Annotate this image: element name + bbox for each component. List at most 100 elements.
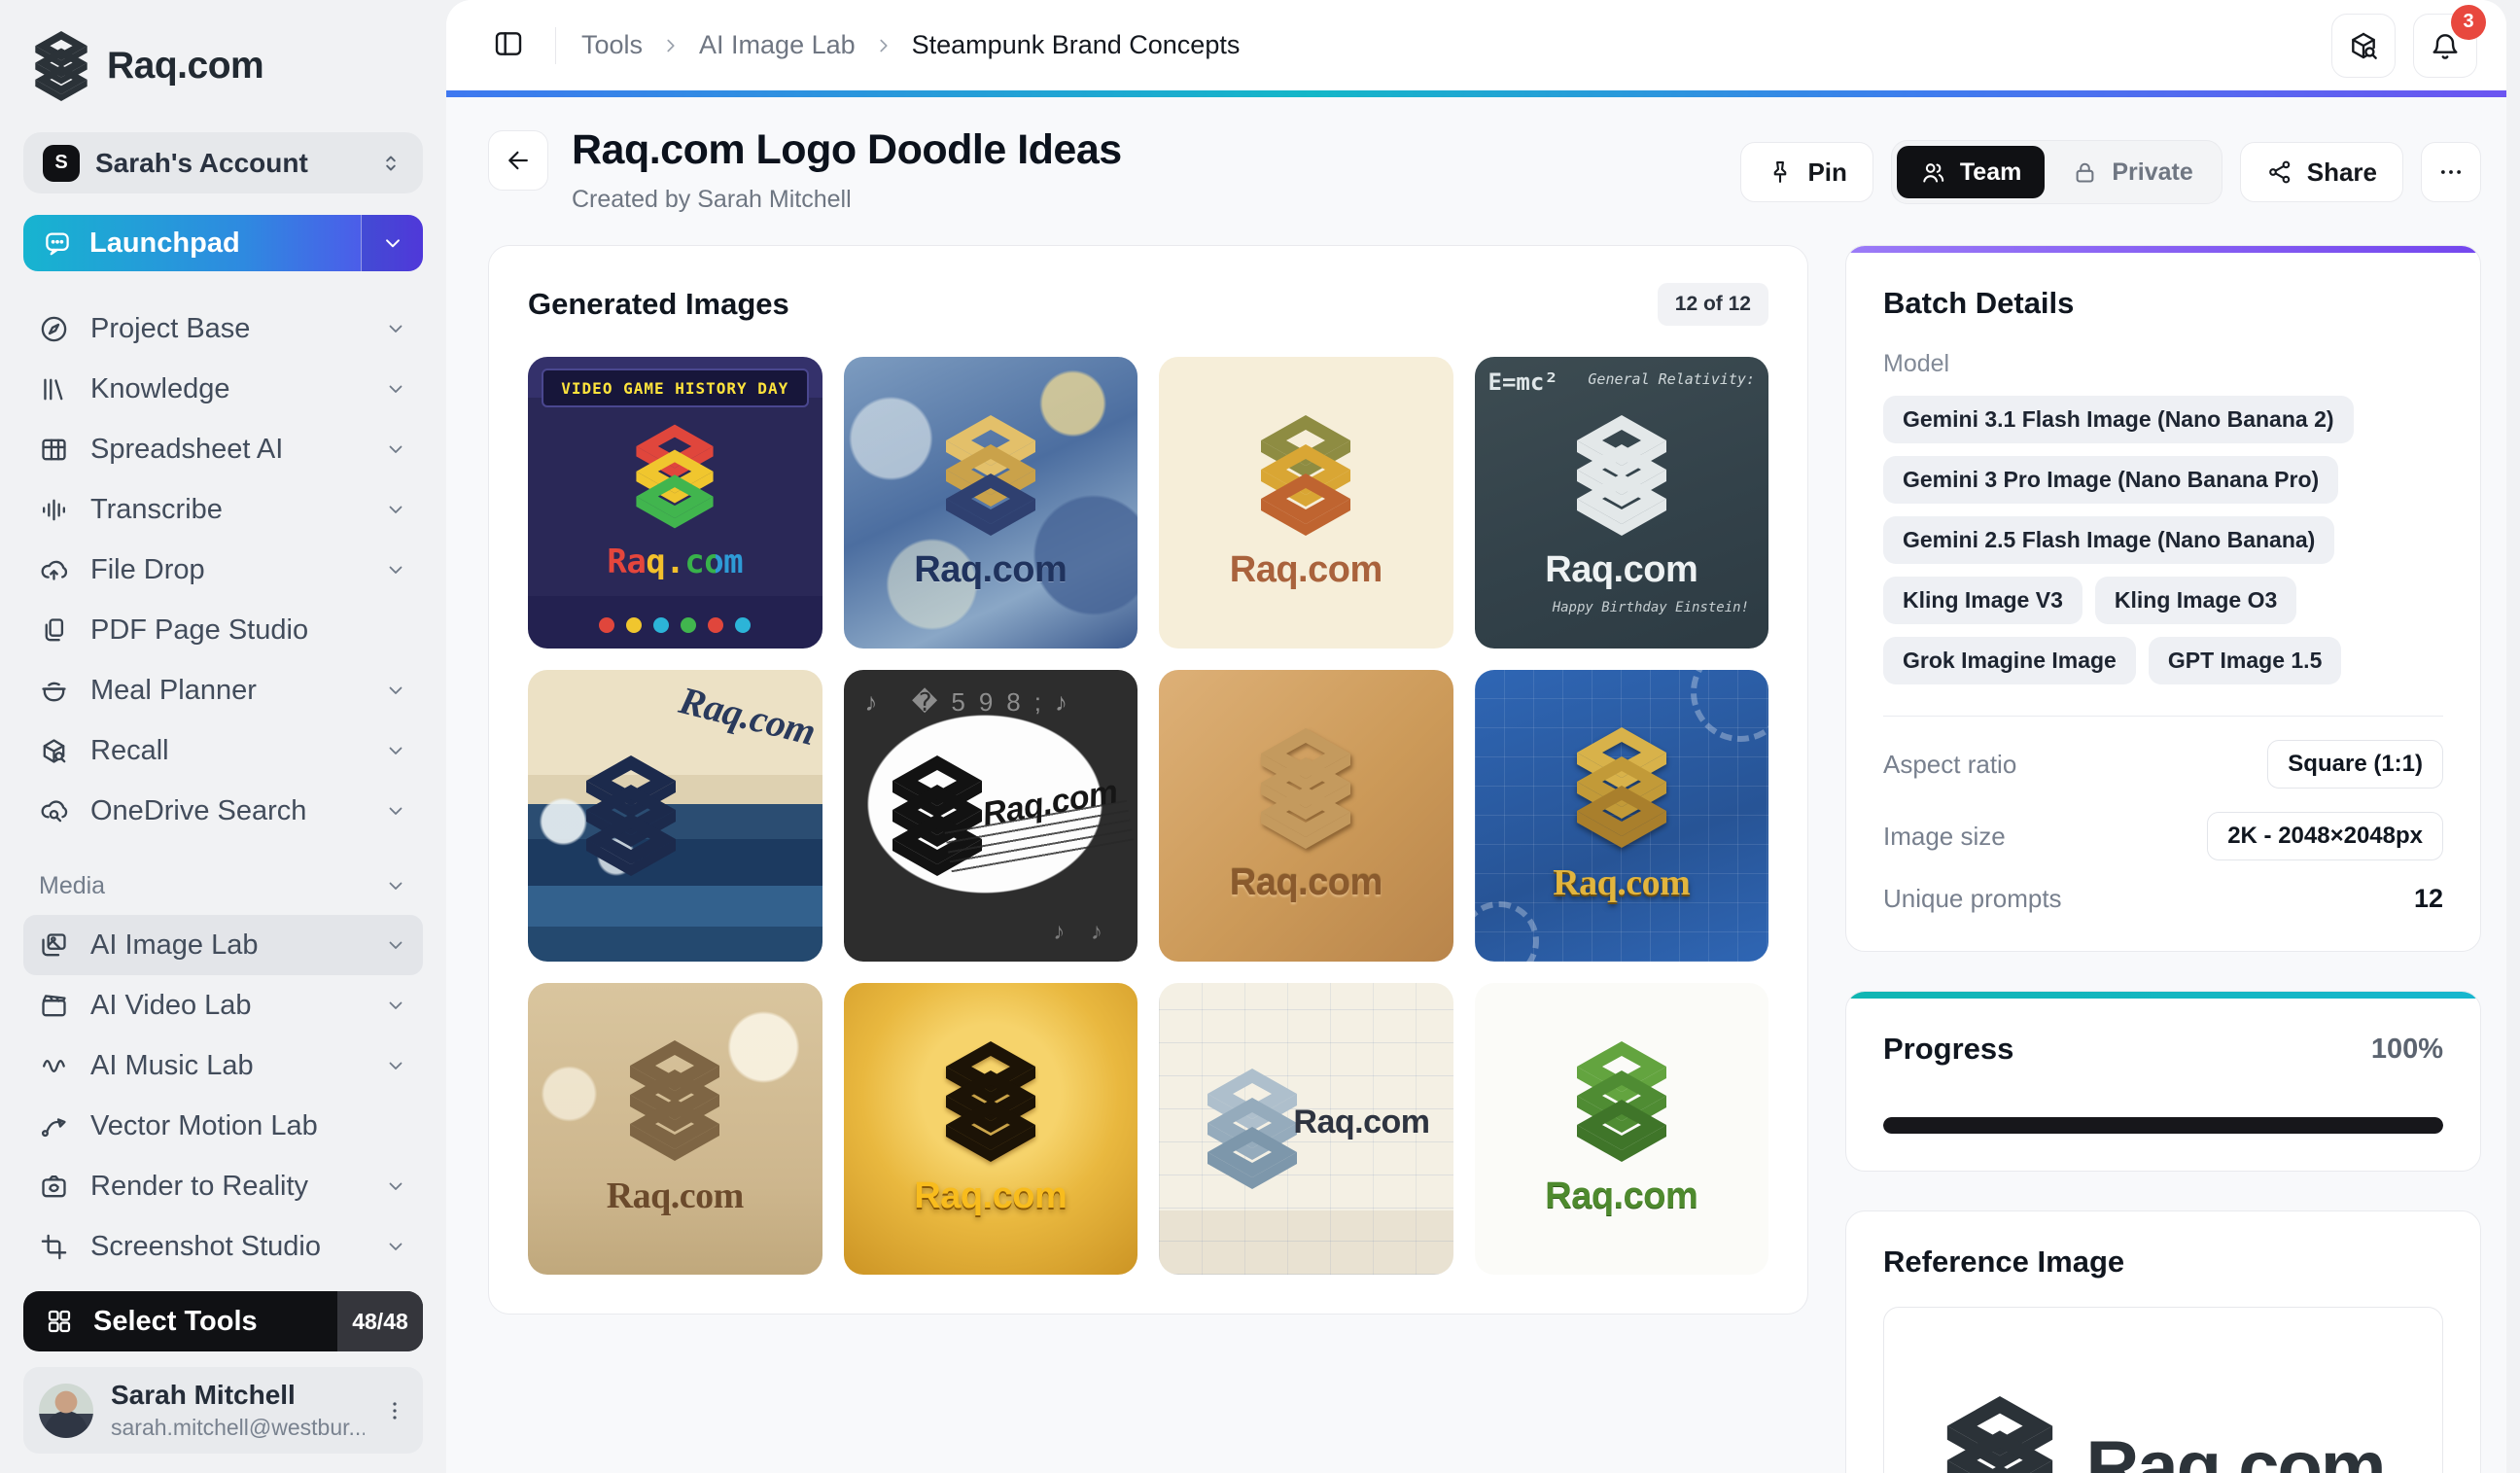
model-chip: Kling Image O3 bbox=[2095, 577, 2296, 624]
launchpad-expand-button[interactable] bbox=[361, 215, 423, 271]
progress-title: Progress bbox=[1883, 1032, 2013, 1067]
progress-card: Progress 100% bbox=[1845, 991, 2481, 1172]
chevron-down-icon bbox=[384, 558, 407, 581]
table-icon bbox=[39, 435, 69, 465]
main-panel: ToolsAI Image LabSteampunk Brand Concept… bbox=[446, 0, 2506, 1473]
topbar: ToolsAI Image LabSteampunk Brand Concept… bbox=[446, 0, 2506, 90]
sidebar-item-ai-image-lab[interactable]: AI Image Lab bbox=[23, 915, 423, 975]
chevron-right-icon bbox=[660, 35, 682, 56]
sidebar-item-ai-music-lab[interactable]: AI Music Lab bbox=[23, 1035, 423, 1096]
share-button[interactable]: Share bbox=[2240, 142, 2403, 202]
sidebar-item-recall[interactable]: Recall bbox=[23, 720, 423, 781]
generated-image-tile[interactable]: E=mc²General Relativity:Happy Birthday E… bbox=[1475, 357, 1769, 649]
tile-brand-text: Raq.com bbox=[1293, 1104, 1429, 1141]
sidebar-item-render-to-reality[interactable]: Render to Reality bbox=[23, 1156, 423, 1216]
sidebar: Raq.com S Sarah's Account Launchpad Proj… bbox=[0, 0, 446, 1473]
notification-badge: 3 bbox=[2451, 5, 2486, 40]
tools-count-badge: 48/48 bbox=[337, 1291, 423, 1351]
detail-value: Square (1:1) bbox=[2267, 740, 2443, 789]
box-search-icon bbox=[2348, 30, 2379, 61]
library-icon bbox=[39, 374, 69, 404]
sidebar-item-meal-planner[interactable]: Meal Planner bbox=[23, 660, 423, 720]
stacked-books-logo-icon bbox=[582, 755, 680, 876]
tile-brand-text: Raq.com bbox=[1545, 1175, 1698, 1217]
stacked-books-logo-icon bbox=[942, 1041, 1039, 1162]
sidebar-item-pdf-page-studio[interactable]: PDF Page Studio bbox=[23, 600, 423, 660]
pin-icon bbox=[1767, 158, 1794, 186]
sidebar-item-label: Transcribe bbox=[90, 494, 363, 526]
select-tools-button[interactable]: Select Tools 48/48 bbox=[23, 1291, 423, 1351]
clapperboard-icon bbox=[39, 991, 69, 1021]
detail-row-aspect-ratio: Aspect ratioSquare (1:1) bbox=[1883, 740, 2443, 789]
music-wave-icon bbox=[39, 1051, 69, 1081]
progress-accent-bar bbox=[1846, 992, 2480, 999]
stacked-books-logo-icon bbox=[33, 31, 89, 101]
team-toggle[interactable]: Team bbox=[1897, 146, 2045, 198]
sidebar-item-spreadsheet-ai[interactable]: Spreadsheet AI bbox=[23, 419, 423, 479]
tile-annotation: Happy Birthday Einstein! bbox=[1553, 600, 1749, 615]
tile-brand-text: Raq.com bbox=[607, 1175, 744, 1217]
account-switcher[interactable]: S Sarah's Account bbox=[23, 132, 423, 193]
pin-button[interactable]: Pin bbox=[1740, 142, 1872, 202]
chevrons-up-down-icon bbox=[378, 151, 403, 176]
divider bbox=[1883, 716, 2443, 717]
sidebar-item-knowledge[interactable]: Knowledge bbox=[23, 359, 423, 419]
generated-image-tile[interactable]: Raq.com bbox=[844, 983, 1138, 1275]
pin-label: Pin bbox=[1807, 158, 1846, 188]
sidebar-item-label: AI Image Lab bbox=[90, 929, 363, 962]
generated-image-tile[interactable]: Raq.com bbox=[1475, 983, 1769, 1275]
user-name: Sarah Mitchell bbox=[111, 1380, 365, 1411]
page-subtitle: Created by Sarah Mitchell bbox=[572, 186, 1717, 214]
generated-image-tile[interactable]: Raq.com bbox=[1475, 670, 1769, 962]
box-search-icon bbox=[39, 736, 69, 766]
pot-icon bbox=[39, 676, 69, 706]
generated-image-tile[interactable]: Raq.com bbox=[528, 983, 822, 1275]
sidebar-item-vector-motion-lab[interactable]: Vector Motion Lab bbox=[23, 1096, 423, 1156]
compass-icon bbox=[39, 314, 69, 344]
user-card[interactable]: Sarah Mitchell sarah.mitchell@westbur... bbox=[23, 1367, 423, 1454]
generated-image-tile[interactable]: VIDEO GAME HISTORY DAYRaq.com bbox=[528, 357, 822, 649]
stacked-books-logo-icon bbox=[1257, 728, 1354, 849]
notifications-button[interactable]: 3 bbox=[2413, 14, 2477, 78]
sidebar-item-onedrive-search[interactable]: OneDrive Search bbox=[23, 781, 423, 841]
launchpad-label: Launchpad bbox=[89, 228, 240, 260]
image-count-badge: 12 of 12 bbox=[1658, 283, 1768, 326]
asset-library-button[interactable] bbox=[2331, 14, 2396, 78]
stacked-books-logo-icon bbox=[626, 1040, 723, 1161]
generated-image-tile[interactable]: Raq.com bbox=[844, 357, 1138, 649]
sidebar-item-ai-video-lab[interactable]: AI Video Lab bbox=[23, 975, 423, 1035]
tile-brand-text: Raq.com bbox=[1230, 862, 1382, 904]
chevron-right-icon bbox=[873, 35, 894, 56]
generated-image-tile[interactable]: Raq.com bbox=[1159, 670, 1453, 962]
reference-image[interactable]: Raq.com bbox=[1883, 1307, 2443, 1473]
chevron-down-icon bbox=[384, 679, 407, 702]
model-label: Model bbox=[1883, 350, 2443, 378]
more-options-button[interactable] bbox=[2421, 142, 2481, 202]
generated-image-tile[interactable]: Raq.com bbox=[844, 670, 1138, 962]
chevron-down-icon bbox=[384, 317, 407, 340]
kebab-menu-icon[interactable] bbox=[382, 1398, 407, 1423]
sidebar-item-project-base[interactable]: Project Base bbox=[23, 298, 423, 359]
sidebar-toggle-button[interactable] bbox=[487, 24, 530, 67]
launchpad-button[interactable]: Launchpad bbox=[23, 215, 423, 271]
generated-image-tile[interactable]: Raq.com bbox=[1159, 983, 1453, 1275]
sidebar-item-label: OneDrive Search bbox=[90, 795, 363, 827]
model-chip: Grok Imagine Image bbox=[1883, 637, 2136, 684]
media-nav: AI Image Lab AI Video LabAI Music LabVect… bbox=[23, 915, 423, 1277]
media-section-toggle[interactable]: Media bbox=[23, 864, 423, 907]
sidebar-item-screenshot-studio[interactable]: Screenshot Studio bbox=[23, 1216, 423, 1277]
sidebar-item-file-drop[interactable]: File Drop bbox=[23, 540, 423, 600]
stacked-books-logo-icon bbox=[633, 424, 717, 529]
back-button[interactable] bbox=[488, 130, 548, 191]
reference-logo-text: Raq.com bbox=[2086, 1425, 2385, 1473]
breadcrumb-item-ai-image-lab[interactable]: AI Image Lab bbox=[699, 30, 856, 60]
generated-image-tile[interactable]: Raq.com bbox=[1159, 357, 1453, 649]
tile-brand-text: Raq.com bbox=[675, 680, 798, 748]
private-toggle[interactable]: Private bbox=[2048, 146, 2216, 198]
generated-image-tile[interactable]: Raq.com bbox=[528, 670, 822, 962]
breadcrumb-item-tools[interactable]: Tools bbox=[581, 30, 643, 60]
detail-label: Image size bbox=[1883, 822, 2006, 852]
sidebar-item-label: Render to Reality bbox=[90, 1171, 363, 1203]
sidebar-item-transcribe[interactable]: Transcribe bbox=[23, 479, 423, 540]
stacked-books-logo-icon bbox=[1257, 415, 1354, 536]
